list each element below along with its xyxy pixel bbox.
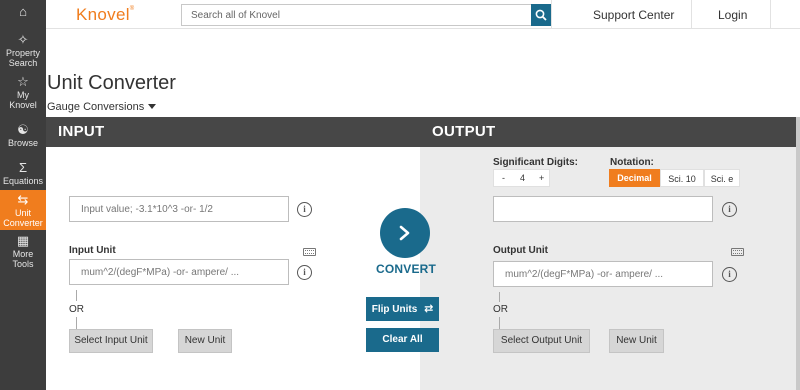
info-icon[interactable]: i xyxy=(297,202,312,217)
output-unit-field[interactable]: mum^2/(degF*MPa) -or- ampere/ ... xyxy=(493,261,713,287)
login-link[interactable]: Login xyxy=(718,8,747,22)
header-divider xyxy=(770,0,771,29)
home-icon: ⌂ xyxy=(19,4,27,19)
support-center-link[interactable]: Support Center xyxy=(593,8,674,22)
input-unit-field[interactable]: mum^2/(degF*MPa) -or- ampere/ ... xyxy=(69,259,289,285)
sidebar-item-label: Knovel xyxy=(9,100,37,110)
new-input-unit-button[interactable]: New Unit xyxy=(178,329,232,353)
swap-icon: ⇆ xyxy=(17,192,29,207)
header-divider xyxy=(691,0,692,29)
top-header: Knovel® Search all of Knovel Support Cen… xyxy=(46,0,800,29)
output-value-field[interactable] xyxy=(493,196,713,222)
or-divider xyxy=(499,317,500,329)
knovel-logo[interactable]: Knovel® xyxy=(76,5,135,25)
sidebar-item-label: More xyxy=(12,249,34,259)
convert-label[interactable]: CONVERT xyxy=(376,262,436,276)
keyboard-icon[interactable] xyxy=(303,248,316,256)
significant-digits-value: 4 xyxy=(520,173,526,183)
gauge-conversions-dropdown[interactable]: Gauge Conversions xyxy=(47,101,157,113)
clear-all-button[interactable]: Clear All xyxy=(366,328,439,352)
notation-sci10-button[interactable]: Sci. 10 xyxy=(660,169,704,187)
sidebar-item-equations[interactable]: Σ Equations xyxy=(0,161,46,187)
browse-icon: ☯ xyxy=(17,122,29,137)
flip-units-label: Flip Units xyxy=(371,304,418,315)
or-divider xyxy=(76,290,77,301)
select-input-unit-button[interactable]: Select Input Unit xyxy=(69,329,153,353)
grid-icon: ▦ xyxy=(16,233,30,248)
search-icon xyxy=(535,9,547,21)
significant-digits-stepper: - 4 + xyxy=(493,169,550,187)
info-icon[interactable]: i xyxy=(722,202,737,217)
or-divider xyxy=(499,292,500,302)
left-sidebar: ⌂ ✧ Property Search ☆ My Knovel ☯ Browse… xyxy=(0,0,46,390)
sidebar-item-label: Unit xyxy=(14,208,31,218)
input-panel-header: INPUT xyxy=(46,117,420,147)
sigma-icon: Σ xyxy=(18,160,28,175)
keyboard-icon[interactable] xyxy=(731,248,744,256)
output-panel-header: OUTPUT xyxy=(420,117,796,147)
or-divider xyxy=(76,317,77,329)
sidebar-item-unit-converter[interactable]: ⇆ Unit Converter xyxy=(0,190,46,230)
notation-label: Notation: xyxy=(610,157,654,168)
notation-scie-button[interactable]: Sci. e xyxy=(704,169,740,187)
header-divider xyxy=(551,0,552,29)
logo-mark: ® xyxy=(129,6,135,12)
sidebar-item-label: Browse xyxy=(7,138,38,148)
gauge-conversions-label: Gauge Conversions xyxy=(47,101,145,113)
output-unit-label: Output Unit xyxy=(493,245,548,256)
or-label: OR xyxy=(69,304,84,315)
sidebar-item-home[interactable]: ⌂ xyxy=(0,5,46,27)
input-unit-label: Input Unit xyxy=(69,245,116,256)
caret-down-icon xyxy=(148,103,157,109)
network-icon: ✧ xyxy=(17,32,29,47)
input-value-field[interactable]: Input value; -3.1*10^3 -or- 1/2 xyxy=(69,196,289,222)
sidebar-item-more-tools[interactable]: ▦ More Tools xyxy=(0,234,46,270)
logo-text: Knovel xyxy=(76,5,130,24)
significant-digits-label: Significant Digits: xyxy=(493,157,578,168)
increment-button[interactable]: + xyxy=(539,173,544,183)
sidebar-item-label: Tools xyxy=(12,259,34,269)
convert-button[interactable] xyxy=(380,208,430,258)
sidebar-item-property-search[interactable]: ✧ Property Search xyxy=(0,33,46,69)
info-icon[interactable]: i xyxy=(722,267,737,282)
refresh-icon: ⇄ xyxy=(424,303,434,315)
flip-units-button[interactable]: Flip Units ⇄ xyxy=(366,297,439,321)
star-icon: ☆ xyxy=(17,74,29,89)
sidebar-item-browse[interactable]: ☯ Browse xyxy=(0,123,46,149)
sidebar-item-label: Search xyxy=(8,58,38,68)
chevron-right-icon xyxy=(399,225,410,241)
notation-decimal-button[interactable]: Decimal xyxy=(609,169,660,187)
sidebar-item-label: Equations xyxy=(2,176,44,186)
decrement-button[interactable]: - xyxy=(502,173,505,183)
sidebar-item-my-knovel[interactable]: ☆ My Knovel xyxy=(0,75,46,111)
search-input[interactable]: Search all of Knovel xyxy=(181,4,551,26)
panel-edge xyxy=(796,117,800,390)
select-output-unit-button[interactable]: Select Output Unit xyxy=(493,329,590,353)
sidebar-item-label: Converter xyxy=(3,218,43,228)
search-button[interactable] xyxy=(531,4,551,26)
sidebar-item-label: My xyxy=(17,90,29,100)
page-title: Unit Converter xyxy=(47,72,176,94)
sidebar-item-label: Property xyxy=(5,48,40,58)
info-icon[interactable]: i xyxy=(297,265,312,280)
new-output-unit-button[interactable]: New Unit xyxy=(609,329,664,353)
or-label: OR xyxy=(493,304,508,315)
